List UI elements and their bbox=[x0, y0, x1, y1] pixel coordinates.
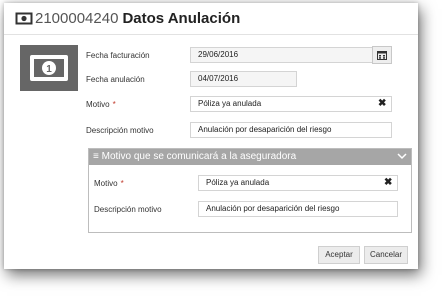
close-icon[interactable]: ✖ bbox=[378, 99, 386, 109]
motivo-label-text: Motivo bbox=[86, 100, 110, 109]
calendar-icon bbox=[377, 51, 387, 60]
calendar-button[interactable] bbox=[372, 46, 392, 64]
required-mark: * bbox=[112, 100, 116, 109]
section-descripcion-field[interactable]: Anulación por desaparición del riesgo bbox=[198, 201, 398, 217]
policy-number: 2100004240 bbox=[35, 10, 119, 27]
dialog: 2100004240 Datos Anulación 1 Fecha factur… bbox=[4, 3, 418, 269]
section-motivo-label-text: Motivo bbox=[94, 179, 118, 188]
dialog-title-text: Datos Anulación bbox=[122, 10, 241, 27]
motivo-select[interactable]: Póliza ya anulada bbox=[190, 96, 392, 112]
svg-text:1: 1 bbox=[46, 64, 52, 75]
fecha-anulacion-field[interactable]: 04/07/2016 bbox=[190, 71, 297, 87]
descripcion-motivo-field[interactable]: Anulación por desaparición del riesgo bbox=[190, 122, 392, 138]
motivo-label: Motivo * bbox=[86, 100, 116, 110]
descripcion-motivo-label: Descripción motivo bbox=[86, 126, 154, 135]
fecha-anulacion-label: Fecha anulación bbox=[86, 75, 145, 84]
money-thumbnail: 1 bbox=[20, 45, 78, 91]
section-title: ≡ Motivo que se comunicará a la asegurad… bbox=[93, 151, 296, 163]
section-descripcion-label: Descripción motivo bbox=[94, 205, 162, 214]
cancel-button[interactable]: Cancelar bbox=[364, 246, 408, 264]
menu-icon: ≡ bbox=[93, 151, 99, 162]
money-icon bbox=[15, 12, 33, 25]
fecha-facturacion-field[interactable]: 29/06/2016 bbox=[190, 47, 376, 63]
close-icon[interactable]: ✖ bbox=[384, 178, 392, 188]
dialog-title: 2100004240 Datos Anulación bbox=[35, 9, 240, 29]
chevron-down-icon[interactable] bbox=[397, 152, 407, 160]
section-motivo-select[interactable]: Póliza ya anulada bbox=[198, 175, 398, 191]
dialog-header: 2100004240 Datos Anulación bbox=[4, 3, 418, 35]
fecha-facturacion-label: Fecha facturación bbox=[86, 51, 150, 60]
section-motivo-label: Motivo * bbox=[94, 179, 124, 189]
accept-button[interactable]: Aceptar bbox=[318, 246, 360, 264]
section-title-text: Motivo que se comunicará a la asegurador… bbox=[101, 151, 297, 162]
section-header[interactable]: ≡ Motivo que se comunicará a la asegurad… bbox=[89, 149, 411, 165]
aseguradora-section: ≡ Motivo que se comunicará a la asegurad… bbox=[88, 148, 412, 233]
money-icon: 1 bbox=[30, 55, 68, 81]
required-mark: * bbox=[120, 179, 124, 188]
